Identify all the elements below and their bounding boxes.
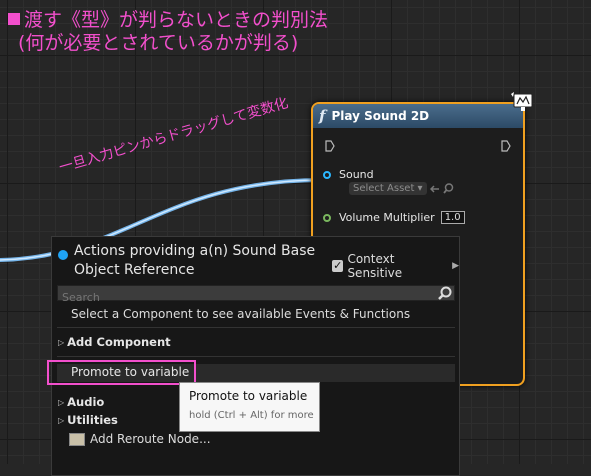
- promote-highlight-box: [47, 360, 196, 385]
- component-hint: Select a Component to see available Even…: [71, 307, 411, 321]
- context-sensitive-toggle[interactable]: ✓ Context Sensitive ▶: [332, 252, 459, 280]
- menu-header: Actions providing a(n) Sound Base Object…: [58, 242, 334, 280]
- asset-picker: Select Asset ▾: [349, 182, 454, 195]
- function-icon: f: [319, 107, 326, 125]
- sound-pin-row: Sound: [323, 168, 374, 181]
- reroute-node-icon: [69, 432, 85, 446]
- expand-arrow-icon[interactable]: ▶: [452, 261, 459, 271]
- sound-input-pin[interactable]: [323, 170, 331, 179]
- node-title: Play Sound 2D: [331, 109, 430, 123]
- category-label: Add Component: [67, 335, 171, 349]
- sound-pin-label: Sound: [339, 168, 374, 181]
- category-utilities[interactable]: ▷ Utilities: [58, 413, 118, 427]
- node-header[interactable]: f Play Sound 2D: [313, 104, 523, 128]
- use-selected-arrow-icon[interactable]: [429, 184, 440, 194]
- reroute-label: Add Reroute Node...: [90, 432, 211, 446]
- tooltip-shortcut: hold (Ctrl + Alt) for more: [189, 410, 314, 421]
- exec-out-pin[interactable]: [501, 140, 511, 152]
- category-label: Utilities: [67, 413, 118, 427]
- tooltip-title: Promote to variable: [189, 389, 308, 403]
- search-input[interactable]: [58, 290, 426, 305]
- menu-title: Actions providing a(n) Sound Base Object…: [74, 242, 334, 280]
- category-label: Audio: [67, 395, 105, 409]
- remote-display-icon: [511, 92, 533, 111]
- search-icon[interactable]: [438, 286, 452, 300]
- volume-value-field[interactable]: 1.0: [440, 211, 465, 224]
- volume-input-pin[interactable]: [323, 213, 331, 222]
- menu-title-line1: Actions providing a(n) Sound Base: [74, 243, 316, 259]
- expand-triangle-icon: ▷: [58, 415, 65, 425]
- object-type-icon: [58, 250, 68, 260]
- browse-search-icon[interactable]: [442, 183, 454, 194]
- divider: [57, 356, 455, 357]
- add-reroute-node-item[interactable]: Add Reroute Node...: [69, 432, 211, 446]
- action-menu: Actions providing a(n) Sound Base Object…: [51, 236, 460, 476]
- expand-triangle-icon: ▷: [58, 397, 65, 407]
- category-audio[interactable]: ▷ Audio: [58, 395, 104, 409]
- divider: [57, 327, 455, 328]
- select-asset-label: Select Asset: [353, 183, 415, 194]
- exec-in-pin[interactable]: [325, 140, 335, 152]
- context-sensitive-label: Context Sensitive: [347, 252, 403, 280]
- select-asset-dropdown[interactable]: Select Asset ▾: [349, 182, 427, 195]
- promote-tooltip: Promote to variable hold (Ctrl + Alt) fo…: [179, 382, 320, 432]
- context-sensitive-checkbox[interactable]: ✓: [332, 260, 344, 272]
- menu-title-line2: Object Reference: [74, 262, 195, 278]
- category-add-component[interactable]: ▷ Add Component: [58, 335, 171, 349]
- search-box: [57, 285, 455, 305]
- expand-triangle-icon: ▷: [58, 337, 65, 347]
- volume-pin-label: Volume Multiplier: [339, 211, 435, 224]
- volume-pin-row: Volume Multiplier 1.0: [323, 211, 465, 224]
